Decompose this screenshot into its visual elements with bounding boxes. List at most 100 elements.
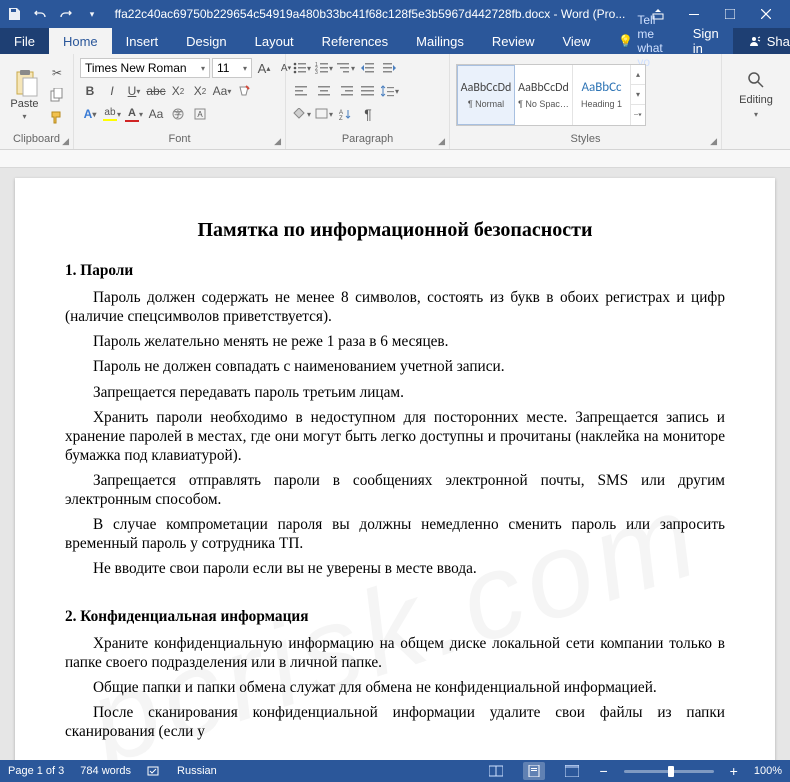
font-size-combo[interactable]: 11 ▾ [212, 58, 252, 78]
phonetic-guide-button[interactable]: A [190, 104, 210, 124]
gallery-more-button[interactable]: ⎯▾ [631, 105, 645, 124]
font-color-button[interactable]: A▾ [124, 104, 144, 124]
cut-button[interactable]: ✂ [47, 63, 67, 83]
grow-font-button[interactable]: A▴ [254, 58, 274, 78]
tab-review[interactable]: Review [478, 28, 549, 54]
editing-menu-button[interactable]: Editing ▾ [728, 58, 784, 131]
tab-file[interactable]: File [0, 28, 49, 54]
doc-paragraph: Пароль должен содержать не менее 8 симво… [65, 288, 725, 326]
view-print-layout[interactable] [523, 762, 545, 780]
zoom-out-button[interactable]: − [599, 763, 607, 779]
status-page[interactable]: Page 1 of 3 [8, 765, 64, 777]
enclose-characters-button[interactable]: 字 [168, 104, 188, 124]
italic-button[interactable]: I [102, 81, 122, 101]
multilevel-list-button[interactable]: ▾ [336, 58, 356, 78]
status-proofing[interactable] [147, 764, 161, 778]
text-effects-button[interactable]: A▾ [80, 104, 100, 124]
format-painter-button[interactable] [47, 107, 67, 127]
chevron-down-icon: ▾ [754, 110, 758, 119]
increase-indent-button[interactable] [380, 58, 400, 78]
underline-button[interactable]: U▾ [124, 81, 144, 101]
shading-button[interactable]: ▾ [292, 104, 312, 124]
tab-insert[interactable]: Insert [112, 28, 173, 54]
tab-mailings[interactable]: Mailings [402, 28, 478, 54]
superscript-button[interactable]: X2 [190, 81, 210, 101]
titlebar: ▾ ffa22c40ac69750b229654c54919a480b33bc4… [0, 0, 790, 28]
bullets-button[interactable]: ▾ [292, 58, 312, 78]
character-shading-button[interactable]: Aa [146, 104, 166, 124]
doc-paragraph: Хранить пароли необходимо в недоступном … [65, 408, 725, 465]
status-language[interactable]: Russian [177, 765, 217, 777]
font-family-combo[interactable]: Times New Roman ▾ [80, 58, 210, 78]
strikethrough-button[interactable]: abc [146, 81, 166, 101]
tab-layout[interactable]: Layout [241, 28, 308, 54]
justify-button[interactable] [358, 81, 378, 101]
bold-button[interactable]: B [80, 81, 100, 101]
style-no-spacing[interactable]: AaBbCcDd ¶ No Spac… [515, 65, 573, 125]
highlight-button[interactable]: ab▾ [102, 104, 122, 124]
sign-in-button[interactable]: Sign in [679, 28, 733, 54]
zoom-slider[interactable] [624, 770, 714, 773]
chevron-down-icon: ▾ [22, 112, 26, 121]
style-heading-1[interactable]: AaBbCc Heading 1 [573, 65, 631, 125]
style-normal[interactable]: AaBbCcDd ¶ Normal [457, 65, 515, 125]
paste-button[interactable]: Paste ▾ [6, 58, 43, 131]
share-button[interactable]: Share [733, 28, 790, 54]
styles-dialog-launcher[interactable]: ◢ [710, 136, 717, 147]
paste-icon [11, 68, 39, 96]
doc-paragraph: Запрещается передавать пароль третьим ли… [65, 383, 725, 402]
decrease-indent-button[interactable] [358, 58, 378, 78]
font-dialog-launcher[interactable]: ◢ [274, 136, 281, 147]
svg-text:A: A [197, 110, 203, 119]
tab-home[interactable]: Home [49, 28, 112, 54]
group-clipboard: Paste ▾ ✂ Clipboard◢ [0, 54, 74, 149]
doc-paragraph: Не вводите свои пароли если вы не уверен… [65, 559, 725, 578]
status-words[interactable]: 784 words [80, 765, 131, 777]
statusbar: Page 1 of 3 784 words Russian − + 100% [0, 760, 790, 782]
gallery-down-button[interactable]: ▾ [631, 85, 645, 105]
align-left-button[interactable] [292, 81, 312, 101]
numbering-button[interactable]: 123▾ [314, 58, 334, 78]
view-web-layout[interactable] [561, 762, 583, 780]
align-center-button[interactable] [314, 81, 334, 101]
view-read-mode[interactable] [485, 762, 507, 780]
close-button[interactable] [748, 0, 784, 28]
zoom-in-button[interactable]: + [730, 763, 738, 779]
tab-design[interactable]: Design [172, 28, 240, 54]
line-spacing-button[interactable]: ▾ [380, 81, 400, 101]
doc-paragraph: Запрещается отправлять пароли в сообщени… [65, 471, 725, 509]
align-right-button[interactable] [336, 81, 356, 101]
clear-formatting-button[interactable] [234, 81, 254, 101]
minimize-button[interactable] [676, 0, 712, 28]
save-icon[interactable] [6, 6, 22, 22]
show-hide-marks-button[interactable]: ¶ [358, 104, 378, 124]
subscript-button[interactable]: X2 [168, 81, 188, 101]
tab-view[interactable]: View [548, 28, 604, 54]
lightbulb-icon: 💡 [618, 34, 633, 48]
sort-button[interactable]: AZ [336, 104, 356, 124]
document-page[interactable]: pcrisk.com Памятка по информационной без… [15, 178, 775, 760]
zoom-level[interactable]: 100% [754, 765, 782, 777]
gallery-up-button[interactable]: ▴ [631, 65, 645, 85]
tab-references[interactable]: References [308, 28, 402, 54]
chevron-down-icon: ▾ [201, 64, 205, 73]
font-size-value: 11 [217, 61, 229, 75]
doc-heading-2: 2. Конфиденциальная информация [65, 607, 725, 626]
change-case-button[interactable]: Aa▾ [212, 81, 232, 101]
customize-qat-icon[interactable]: ▾ [84, 6, 100, 22]
group-styles: AaBbCcDd ¶ Normal AaBbCcDd ¶ No Spac… Aa… [450, 54, 722, 149]
copy-button[interactable] [47, 85, 67, 105]
maximize-button[interactable] [712, 0, 748, 28]
clipboard-dialog-launcher[interactable]: ◢ [62, 136, 69, 147]
ruler[interactable] [0, 150, 790, 168]
zoom-thumb[interactable] [668, 766, 674, 777]
paragraph-dialog-launcher[interactable]: ◢ [438, 136, 445, 147]
redo-icon[interactable] [58, 6, 74, 22]
undo-icon[interactable] [32, 6, 48, 22]
document-area[interactable]: pcrisk.com Памятка по информационной без… [0, 168, 790, 760]
group-label-clipboard: Clipboard [13, 133, 60, 145]
ribbon: Paste ▾ ✂ Clipboard◢ Times New Roman [0, 54, 790, 150]
tell-me-search[interactable]: 💡 Tell me what yo [604, 28, 676, 54]
borders-button[interactable]: ▾ [314, 104, 334, 124]
paste-label: Paste [10, 98, 38, 110]
